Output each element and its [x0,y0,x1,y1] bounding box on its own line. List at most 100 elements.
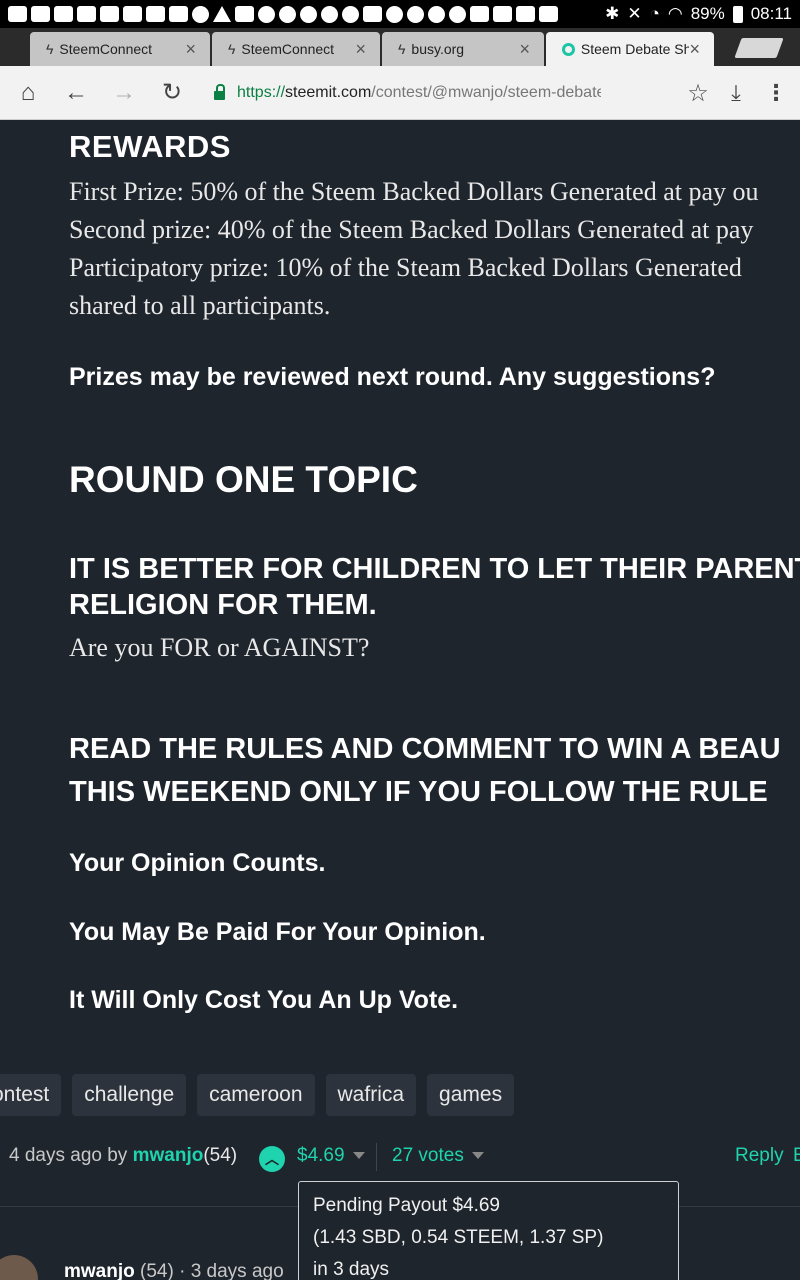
lightning-icon: ϟ [228,41,236,57]
tag-wafrica[interactable]: wafrica [325,1074,417,1116]
post-content: REWARDS First Prize: 50% of the Steem Ba… [0,121,800,1280]
popup-pending-payout: Pending Payout $4.69 [313,1195,500,1216]
post-meta-row: 4 days ago by mwanjo(54) ︿ $4.69 27 vote… [0,1141,800,1175]
bookmark-button[interactable]: ☆ [680,66,716,120]
download-button[interactable]: ⤓ [718,66,754,120]
upvote-button[interactable]: ︿ [259,1146,285,1172]
warning-icon [213,6,231,22]
payout-value[interactable]: $4.69 [297,1145,365,1167]
star-icon: ☆ [687,79,709,107]
popup-time-left: in 3 days [313,1259,390,1280]
reply-link[interactable]: Reply [735,1145,784,1167]
comment-author[interactable]: mwanjo [64,1261,135,1280]
tab-steemconnect-2[interactable]: ϟ SteemConnect × [212,32,380,66]
chat-icon [300,5,317,23]
forward-arrow-icon: → [112,78,136,106]
back-button[interactable]: ← [52,66,100,120]
payout-amount: $4.69 [297,1145,345,1166]
messenger-icon [407,5,424,23]
tab-busy-org[interactable]: ϟ busy.org × [382,32,544,66]
chevron-up-icon: ︿ [265,1151,279,1167]
rules-line-1: READ THE RULES AND COMMENT TO WIN A BEAU [69,733,781,765]
edit-link[interactable]: E [793,1145,800,1167]
chat-icon [321,5,338,23]
lock-icon [214,83,225,100]
tag-cameroon[interactable]: cameroon [197,1074,315,1116]
youtube-icon [516,6,535,22]
new-tab-button[interactable] [734,38,784,58]
topic-line-1: IT IS BETTER FOR CHILDREN TO LET THEIR P… [69,553,800,585]
steemit-icon [562,42,575,56]
forward-button[interactable]: → [100,66,148,120]
dropdown-caret-icon [471,1152,484,1160]
tab-steemconnect-1[interactable]: ϟ SteemConnect × [30,32,210,66]
tab-label: Steem Debate Sh [580,41,690,57]
topic-line-2: RELIGION FOR THEM. [69,589,377,621]
back-arrow-icon: ← [64,78,88,106]
battery-level: 89% [690,4,725,23]
wifi-icon: ◠ [667,4,683,23]
download-icon: ⤓ [731,80,741,105]
tab-label: SteemConnect [241,41,335,57]
menu-button[interactable]: ⋮ [760,66,792,120]
youtube-icon [470,6,489,22]
rewards-first-prize: First Prize: 50% of the Steem Backed Dol… [69,177,759,206]
more-vert-icon: ⋮ [765,80,787,105]
bell-icon [428,5,445,23]
tag-contest[interactable]: ontest [0,1074,62,1116]
topic-question: Are you FOR or AGAINST? [69,633,370,662]
dropdown-caret-icon [352,1152,365,1160]
round-heading: ROUND ONE TOPIC [69,459,418,500]
comment-separator: · [179,1261,186,1280]
close-icon[interactable]: × [519,39,530,60]
reload-button[interactable]: ↻ [148,66,196,120]
close-icon[interactable]: × [355,39,366,60]
url-bar[interactable]: https:// steemit.com /contest/@mwanjo/st… [200,74,720,112]
youtube-icon [493,6,512,22]
votes-count[interactable]: 27 votes [392,1145,484,1167]
mute-icon: ✕ [627,4,642,23]
cost-upvote: It Will Only Cost You An Up Vote. [69,986,459,1014]
comment-reputation: (54) [140,1261,174,1280]
image-icon [169,6,188,22]
close-icon[interactable]: × [689,39,700,60]
rules-line-2: THIS WEEKEND ONLY IF YOU FOLLOW THE RULE [69,776,768,808]
tab-steem-debate[interactable]: Steem Debate Sh × [546,32,714,66]
lightning-icon: ϟ [46,41,54,57]
bluetooth-icon: ✱ [605,4,620,23]
payout-popup: Pending Payout $4.69 (1.43 SBD, 0.54 STE… [298,1181,679,1280]
meta-divider [376,1143,377,1171]
tab-label: busy.org [411,41,465,57]
status-right: ✱ ✕ ◔ ◠ 89% 08:11 [605,4,792,24]
notification-icons [8,5,558,23]
avatar[interactable] [0,1255,38,1280]
votes-label: 27 votes [392,1145,464,1166]
post-byline: 4 days ago by mwanjo(54) [9,1145,237,1167]
rewards-participatory-prize: Participatory prize: 10% of the Steam Ba… [69,253,742,282]
plus-icon [8,6,27,22]
rewards-participatory-cont: shared to all participants. [69,291,331,320]
close-icon[interactable]: × [185,39,196,60]
bell-icon [449,5,466,23]
alarm-icon: ◔ [649,4,660,23]
post-age: 4 days ago by [9,1145,128,1166]
home-button[interactable]: ⌂ [4,66,52,120]
tag-challenge[interactable]: challenge [72,1074,187,1116]
popup-breakdown: (1.43 SBD, 0.54 STEEM, 1.37 SP) [313,1227,604,1248]
comment-meta: mwanjo (54) · 3 days ago [64,1261,284,1280]
author-link[interactable]: mwanjo [133,1145,204,1166]
gmail-icon [146,6,165,22]
reload-icon: ↻ [161,79,183,106]
paid-opinion: You May Be Paid For Your Opinion. [69,918,486,946]
rewards-heading: REWARDS [69,129,231,164]
alarm-icon [342,5,359,23]
youtube-icon [539,6,558,22]
tag-games[interactable]: games [427,1074,515,1116]
rewards-second-prize: Second prize: 40% of the Steem Backed Do… [69,215,754,244]
messenger-icon [386,5,403,23]
gmail-icon [100,6,119,22]
clock: 08:11 [750,4,792,23]
mail-icon [54,6,73,22]
url-scheme: https:// [237,84,286,101]
image-icon [77,6,96,22]
